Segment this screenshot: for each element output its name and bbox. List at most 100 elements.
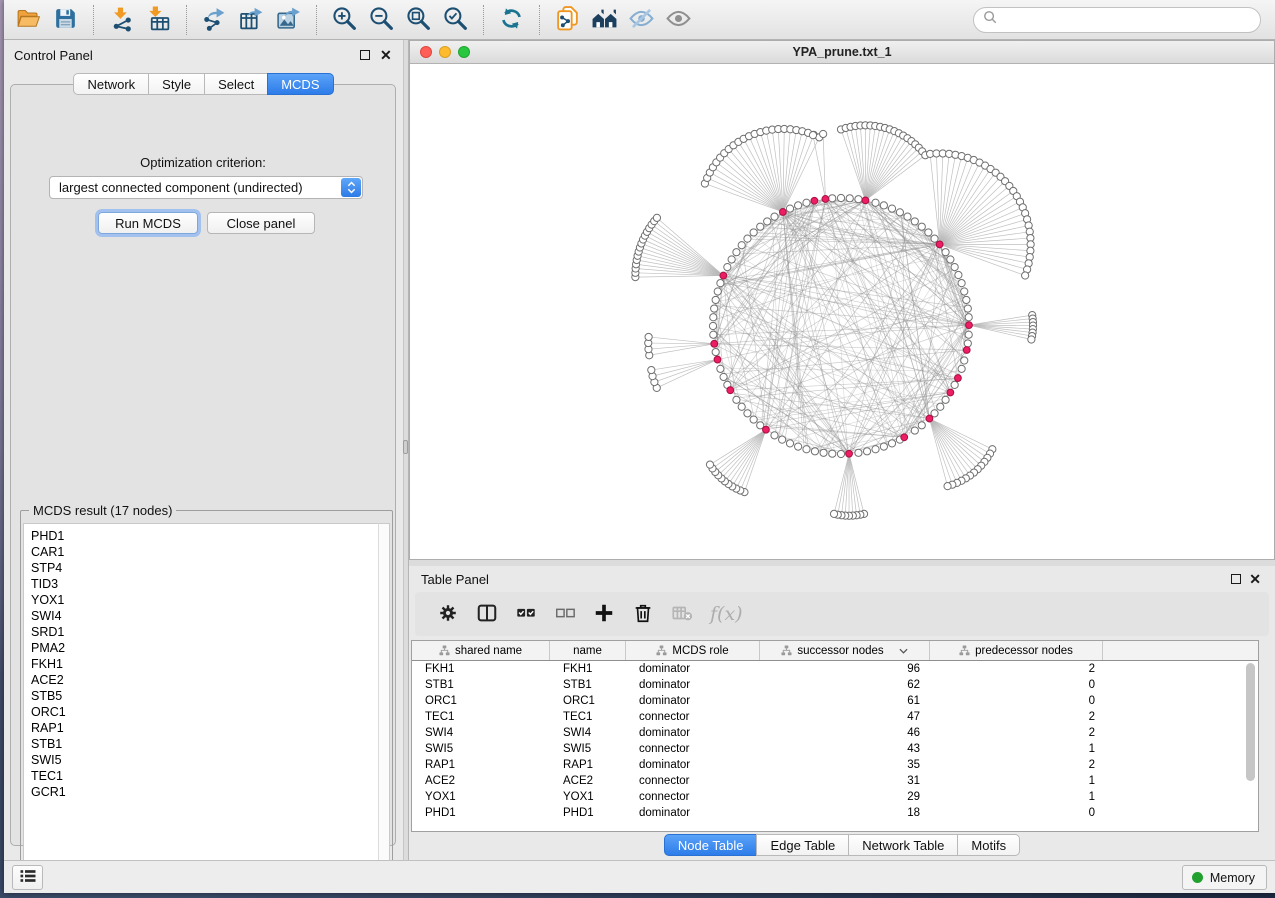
export-table-button[interactable] (233, 3, 270, 37)
graph-node[interactable] (872, 446, 879, 453)
show-columns-button[interactable] (476, 602, 498, 627)
graph-node[interactable] (809, 132, 816, 139)
graph-node[interactable] (846, 195, 853, 202)
graph-node[interactable] (964, 305, 971, 312)
mcds-result-item[interactable]: CAR1 (31, 544, 378, 560)
graph-node[interactable] (965, 331, 972, 338)
graph-node[interactable] (880, 202, 887, 209)
graph-node[interactable] (820, 130, 827, 137)
close-panel-button[interactable]: Close panel (207, 212, 315, 234)
graph-node[interactable] (855, 196, 862, 203)
mcds-list-scrollbar[interactable] (378, 523, 390, 881)
graph-node[interactable] (942, 396, 949, 403)
mcds-result-item[interactable]: TEC1 (31, 768, 378, 784)
graph-node[interactable] (942, 249, 949, 256)
graph-node[interactable] (786, 205, 793, 212)
graph-node[interactable] (738, 403, 745, 410)
float-icon[interactable] (360, 50, 370, 60)
splitter-handle[interactable] (403, 440, 408, 454)
graph-node[interactable] (724, 264, 731, 271)
tab-network[interactable]: Network (73, 73, 149, 95)
criterion-select[interactable]: largest connected component (undirected) (49, 176, 363, 199)
mcds-node[interactable] (926, 415, 933, 422)
add-column-button[interactable] (593, 602, 615, 627)
column-header-name[interactable]: name (550, 641, 626, 660)
tab-style[interactable]: Style (148, 73, 205, 95)
scrollbar-thumb[interactable] (1246, 663, 1255, 781)
graph-node[interactable] (888, 205, 895, 212)
mcds-node[interactable] (714, 356, 721, 363)
tab-network-table[interactable]: Network Table (848, 834, 958, 856)
table-row[interactable]: SWI5SWI5connector431 (412, 741, 1258, 757)
network-canvas[interactable] (410, 64, 1274, 559)
graph-node[interactable] (965, 314, 972, 321)
graph-node[interactable] (733, 396, 740, 403)
graph-node[interactable] (829, 195, 836, 202)
export-network-button[interactable] (196, 3, 233, 37)
mcds-result-item[interactable]: PMA2 (31, 640, 378, 656)
graph-node[interactable] (872, 199, 879, 206)
mcds-result-item[interactable]: STP4 (31, 560, 378, 576)
graph-node[interactable] (653, 214, 660, 221)
mcds-node[interactable] (901, 434, 908, 441)
graph-node[interactable] (786, 440, 793, 447)
open-file-button[interactable] (10, 3, 47, 37)
graph-node[interactable] (710, 331, 717, 338)
graph-node[interactable] (931, 235, 938, 242)
graph-node[interactable] (837, 194, 844, 201)
table-row[interactable]: RAP1RAP1dominator352 (412, 757, 1258, 773)
graph-node[interactable] (925, 229, 932, 236)
graph-node[interactable] (961, 357, 968, 364)
graph-node[interactable] (803, 199, 810, 206)
table-row[interactable]: PHD1PHD1dominator180 (412, 805, 1258, 821)
graph-node[interactable] (964, 340, 971, 347)
graph-node[interactable] (951, 381, 958, 388)
save-session-button[interactable] (47, 3, 84, 37)
graph-node[interactable] (744, 235, 751, 242)
float-icon[interactable] (1231, 574, 1241, 584)
column-header-shared-name[interactable]: shared name (412, 641, 550, 660)
graph-node[interactable] (830, 510, 837, 517)
mcds-node[interactable] (720, 272, 727, 279)
panel-menu-button[interactable] (12, 865, 43, 890)
graph-node[interactable] (750, 416, 757, 423)
mcds-result-item[interactable]: SRD1 (31, 624, 378, 640)
graph-node[interactable] (750, 229, 757, 236)
graph-node[interactable] (803, 446, 810, 453)
mcds-node[interactable] (711, 340, 718, 347)
search-box[interactable] (973, 7, 1261, 33)
close-icon[interactable]: ✕ (380, 48, 392, 62)
graph-node[interactable] (712, 296, 719, 303)
mcds-result-item[interactable]: STB5 (31, 688, 378, 704)
tab-edge-table[interactable]: Edge Table (756, 834, 849, 856)
graph-node[interactable] (961, 288, 968, 295)
graph-node[interactable] (855, 449, 862, 456)
graph-node[interactable] (837, 450, 844, 457)
mcds-node[interactable] (966, 322, 973, 329)
graph-node[interactable] (733, 249, 740, 256)
graph-node[interactable] (712, 348, 719, 355)
mcds-result-item[interactable]: ORC1 (31, 704, 378, 720)
deselect-all-button[interactable] (554, 602, 576, 627)
tab-mcds[interactable]: MCDS (267, 73, 333, 95)
graph-node[interactable] (1022, 272, 1029, 279)
delete-column-button[interactable] (632, 602, 654, 627)
mcds-result-item[interactable]: TID3 (31, 576, 378, 592)
column-settings-gear-button[interactable] (437, 602, 459, 627)
graph-node[interactable] (717, 280, 724, 287)
graph-node[interactable] (738, 242, 745, 249)
mcds-node[interactable] (727, 387, 734, 394)
close-icon[interactable]: ✕ (1249, 572, 1261, 586)
graph-node[interactable] (779, 436, 786, 443)
mcds-node[interactable] (862, 197, 869, 204)
graph-node[interactable] (811, 448, 818, 455)
graph-node[interactable] (888, 440, 895, 447)
mcds-node[interactable] (955, 375, 962, 382)
graph-node[interactable] (720, 373, 727, 380)
graph-node[interactable] (795, 202, 802, 209)
graph-node[interactable] (951, 264, 958, 271)
graph-node[interactable] (958, 365, 965, 372)
graph-node[interactable] (1028, 336, 1035, 343)
mcds-node[interactable] (846, 450, 853, 457)
mcds-result-item[interactable]: FKH1 (31, 656, 378, 672)
